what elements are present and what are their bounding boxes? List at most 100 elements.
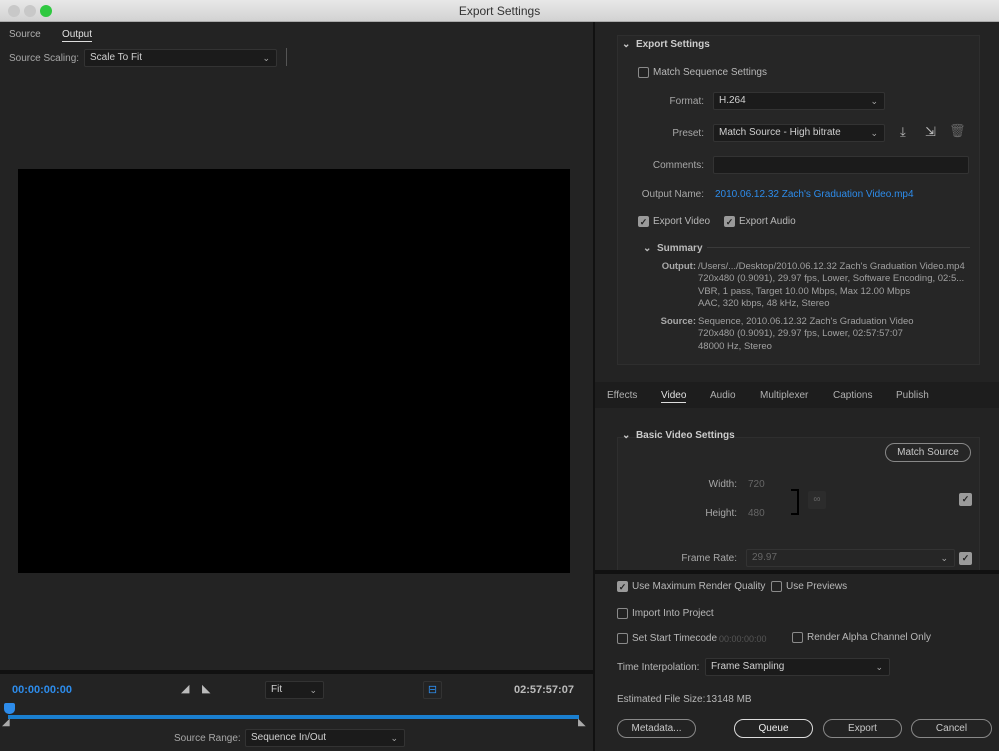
chevron-down-icon: ⌄ (262, 53, 270, 63)
link-bracket (791, 489, 799, 515)
mark-in-icon[interactable]: ◢ (181, 682, 189, 695)
mark-out-icon[interactable]: ◣ (202, 682, 210, 695)
basic-video-header[interactable]: ⌄ Basic Video Settings (622, 430, 735, 441)
use-previews-checkbox[interactable] (771, 581, 782, 592)
import-into-project-label: Import Into Project (632, 608, 714, 619)
preview-panel: Source Output Source Scaling: Scale To F… (0, 22, 593, 751)
tab-publish[interactable]: Publish (896, 390, 929, 401)
dimensions-match-checkbox[interactable]: ✓ (959, 493, 972, 506)
time-interpolation-value: Frame Sampling (711, 661, 785, 672)
window-title: Export Settings (458, 4, 541, 18)
summary-output-text: /Users/.../Desktop/2010.06.12.32 Zach's … (698, 261, 965, 309)
start-timecode-value[interactable]: 00:00:00:00 (719, 634, 767, 644)
settings-tabs: Effects Video Audio Multiplexer Captions… (595, 382, 999, 408)
chevron-down-icon: ⌄ (940, 553, 948, 563)
file-size-label: Estimated File Size: (617, 694, 706, 705)
output-name-link[interactable]: 2010.06.12.32 Zach's Graduation Video.mp… (715, 189, 914, 200)
max-render-quality-checkbox[interactable]: ✓ (617, 581, 628, 592)
playhead-handle[interactable] (4, 703, 15, 714)
tab-audio[interactable]: Audio (710, 390, 736, 401)
comments-label: Comments: (652, 160, 704, 171)
export-video-label: Export Video (653, 216, 711, 227)
chevron-down-icon: ⌄ (870, 96, 878, 106)
divider (707, 247, 970, 248)
source-scaling-value: Scale To Fit (90, 52, 143, 63)
divider (595, 570, 999, 574)
chevron-down-icon: ⌄ (875, 662, 883, 672)
summary-source-text: Sequence, 2010.06.12.32 Zach's Graduatio… (698, 316, 914, 352)
comments-input[interactable] (713, 156, 969, 174)
set-start-timecode-label: Set Start Timecode (632, 633, 718, 644)
save-preset-icon[interactable]: ⤓ (900, 124, 906, 140)
height-value[interactable]: 480 (748, 508, 765, 519)
link-icon[interactable]: ∞ (808, 491, 826, 509)
frame-rate-dropdown[interactable]: 29.97 ⌄ (746, 549, 955, 567)
settings-panel: ⌄ Export Settings Match Sequence Setting… (595, 22, 999, 751)
tab-video[interactable]: Video (661, 390, 687, 403)
preset-dropdown[interactable]: Match Source - High bitrate ⌄ (713, 124, 885, 142)
source-scaling-dropdown[interactable]: Scale To Fit ⌄ (84, 49, 277, 67)
width-label: Width: (708, 479, 737, 490)
aspect-ratio-correction-icon[interactable]: ⊟ (423, 681, 442, 699)
metadata-button[interactable]: Metadata... (617, 719, 696, 738)
frame-rate-match-checkbox[interactable]: ✓ (959, 552, 972, 565)
zoom-level-value: Fit (271, 684, 283, 695)
max-render-quality-label: Use Maximum Render Quality (632, 581, 766, 592)
preset-value: Match Source - High bitrate (719, 127, 841, 138)
export-audio-checkbox[interactable]: ✓ (724, 216, 735, 227)
import-into-project-checkbox[interactable] (617, 608, 628, 619)
export-button[interactable]: Export (823, 719, 902, 738)
delete-preset-icon[interactable]: 🗑 (949, 123, 966, 139)
duration-timecode: 02:57:57:07 (514, 684, 574, 696)
divider (0, 670, 593, 674)
tab-source[interactable]: Source (9, 29, 41, 40)
zoom-window-button[interactable] (40, 5, 52, 17)
match-sequence-label: Match Sequence Settings (653, 67, 767, 78)
export-audio-label: Export Audio (739, 216, 796, 227)
close-window-button[interactable] (8, 5, 20, 17)
timeline-bar[interactable] (8, 715, 579, 719)
export-settings-header[interactable]: ⌄ Export Settings (622, 39, 710, 50)
source-scaling-label: Source Scaling: (9, 53, 80, 64)
cancel-button[interactable]: Cancel (911, 719, 992, 738)
preset-label: Preset: (672, 128, 704, 139)
export-video-checkbox[interactable]: ✓ (638, 216, 649, 227)
summary-header[interactable]: ⌄ Summary (643, 243, 703, 254)
chevron-down-icon: ⌄ (309, 685, 317, 695)
frame-rate-value: 29.97 (752, 552, 778, 563)
match-source-button[interactable]: Match Source (885, 443, 971, 462)
current-timecode[interactable]: 00:00:00:00 (12, 684, 72, 696)
width-value[interactable]: 720 (748, 479, 765, 490)
source-range-label: Source Range: (174, 733, 241, 744)
render-alpha-label: Render Alpha Channel Only (807, 632, 931, 643)
set-start-timecode-checkbox[interactable] (617, 633, 628, 644)
time-interpolation-dropdown[interactable]: Frame Sampling ⌄ (705, 658, 890, 676)
output-name-label: Output Name: (641, 189, 704, 200)
height-label: Height: (705, 508, 737, 519)
format-dropdown[interactable]: H.264 ⌄ (713, 92, 885, 110)
time-interpolation-label: Time Interpolation: (617, 662, 700, 673)
render-alpha-checkbox[interactable] (792, 632, 803, 643)
import-preset-icon[interactable]: ⇲ (925, 124, 936, 140)
file-size-value: 13148 MB (706, 694, 752, 705)
tab-output[interactable]: Output (62, 29, 93, 42)
queue-button[interactable]: Queue (734, 719, 813, 738)
minimize-window-button[interactable] (24, 5, 36, 17)
frame-rate-label: Frame Rate: (681, 553, 737, 564)
chevron-down-icon: ⌄ (390, 733, 398, 743)
source-range-dropdown[interactable]: Sequence In/Out ⌄ (245, 729, 405, 747)
title-bar: Export Settings (0, 0, 999, 22)
summary-output-label: Output: (661, 261, 696, 272)
in-point-handle[interactable]: ◢ (2, 717, 10, 728)
tab-effects[interactable]: Effects (607, 390, 637, 401)
match-sequence-checkbox[interactable] (638, 67, 649, 78)
format-value: H.264 (719, 95, 746, 106)
tab-multiplexer[interactable]: Multiplexer (760, 390, 808, 401)
out-point-handle[interactable]: ◣ (578, 717, 586, 728)
summary-source-label: Source: (660, 316, 696, 327)
use-previews-label: Use Previews (786, 581, 848, 592)
zoom-level-dropdown[interactable]: Fit ⌄ (265, 681, 324, 699)
tab-captions[interactable]: Captions (833, 390, 872, 401)
divider (286, 48, 287, 66)
format-label: Format: (669, 96, 704, 107)
